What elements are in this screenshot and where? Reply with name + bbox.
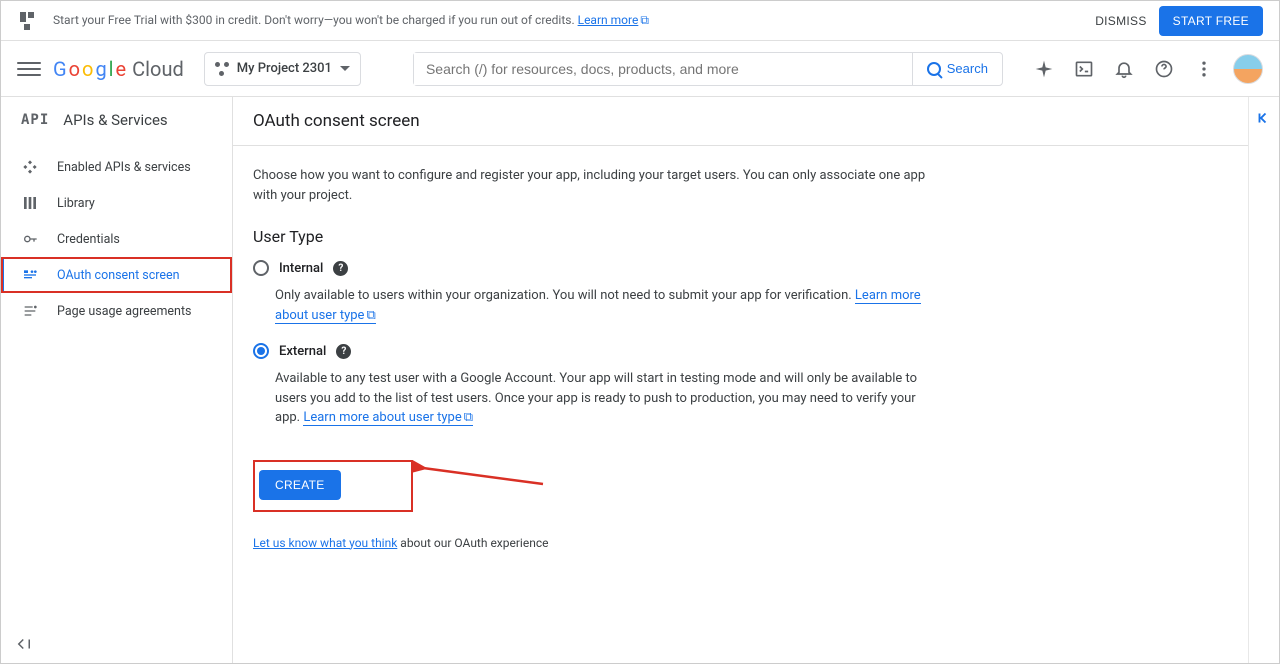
search-button[interactable]: Search (912, 53, 1002, 85)
create-button-highlight: CREATE (253, 460, 413, 512)
external-link-icon: ⧉ (464, 408, 473, 428)
feedback-link[interactable]: Let us know what you think (253, 536, 397, 550)
radio-external[interactable] (253, 343, 269, 359)
agreements-icon (21, 302, 39, 320)
search-bar: Search (413, 52, 1003, 86)
sidebar-item-oauth-consent[interactable]: OAuth consent screen (1, 257, 232, 293)
sidebar-item-enabled-apis[interactable]: Enabled APIs & services (1, 149, 232, 185)
feedback-line: Let us know what you think about our OAu… (253, 536, 933, 550)
main-content: OAuth consent screen Choose how you want… (233, 97, 1249, 663)
logo-cloud-text: Cloud (132, 57, 184, 81)
sidebar-item-label: Library (57, 196, 95, 211)
account-avatar[interactable] (1233, 54, 1263, 84)
banner-learn-more-link[interactable]: Learn more⧉ (578, 13, 649, 27)
sidebar: API APIs & Services Enabled APIs & servi… (1, 97, 233, 663)
radio-external-row[interactable]: External ? (253, 343, 933, 359)
top-header: Google Cloud My Project 2301 Search (1, 41, 1279, 97)
project-selector[interactable]: My Project 2301 (204, 52, 361, 86)
banner-text: Start your Free Trial with $300 in credi… (53, 13, 649, 28)
create-button[interactable]: CREATE (259, 470, 341, 500)
help-icon[interactable]: ? (336, 344, 351, 359)
dropdown-caret-icon (340, 66, 350, 71)
search-icon (927, 62, 941, 76)
internal-description: Only available to users within your orga… (253, 282, 933, 343)
gift-icon (17, 11, 37, 31)
more-options-icon[interactable] (1193, 58, 1215, 80)
external-description: Available to any test user with a Google… (253, 365, 933, 446)
sidebar-item-label: Page usage agreements (57, 304, 192, 319)
api-icon: API (21, 112, 49, 128)
start-free-button[interactable]: START FREE (1159, 6, 1263, 36)
sidebar-section-header[interactable]: API APIs & Services (1, 97, 232, 143)
sidebar-item-page-usage[interactable]: Page usage agreements (1, 293, 232, 329)
sidebar-section-label: APIs & Services (63, 111, 167, 129)
sidebar-item-label: Credentials (57, 232, 120, 247)
project-name: My Project 2301 (237, 61, 332, 76)
project-icon (215, 62, 229, 76)
radio-internal[interactable] (253, 260, 269, 276)
google-cloud-logo[interactable]: Google Cloud (53, 57, 184, 81)
help-icon[interactable] (1153, 58, 1175, 80)
radio-internal-row[interactable]: Internal ? (253, 260, 933, 276)
dismiss-button[interactable]: DISMISS (1095, 14, 1146, 28)
enabled-apis-icon (21, 158, 39, 176)
banner-message: Start your Free Trial with $300 in credi… (53, 13, 578, 27)
external-learn-more-link[interactable]: Learn more about user type⧉ (303, 410, 473, 426)
free-trial-banner: Start your Free Trial with $300 in credi… (1, 1, 1279, 41)
right-side-panel (1249, 97, 1279, 663)
cloud-shell-icon[interactable] (1073, 58, 1095, 80)
intro-text: Choose how you want to configure and reg… (253, 166, 933, 205)
annotation-arrow (413, 460, 553, 500)
page-title: OAuth consent screen (233, 97, 1248, 146)
sidebar-item-library[interactable]: Library (1, 185, 232, 221)
external-link-icon: ⧉ (366, 306, 375, 326)
library-icon (21, 194, 39, 212)
external-link-icon: ⧉ (640, 13, 649, 28)
consent-screen-icon (21, 266, 39, 284)
search-input[interactable] (414, 53, 912, 85)
help-icon[interactable]: ? (333, 261, 348, 276)
learn-panel-toggle[interactable] (1255, 109, 1273, 663)
sidebar-collapse-button[interactable] (1, 625, 232, 663)
notifications-icon[interactable] (1113, 58, 1135, 80)
sidebar-item-label: OAuth consent screen (57, 268, 180, 283)
key-icon (21, 230, 39, 248)
sidebar-item-credentials[interactable]: Credentials (1, 221, 232, 257)
gemini-icon[interactable] (1033, 58, 1055, 80)
sidebar-item-label: Enabled APIs & services (57, 160, 191, 175)
radio-internal-label: Internal (279, 261, 323, 276)
user-type-heading: User Type (253, 227, 933, 246)
hamburger-menu-icon[interactable] (17, 57, 41, 81)
radio-external-label: External (279, 344, 326, 359)
